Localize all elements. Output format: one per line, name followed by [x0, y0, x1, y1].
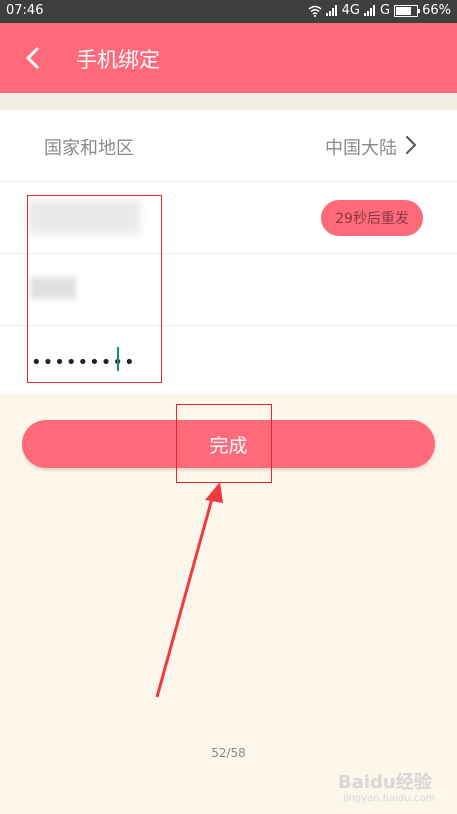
status-time: 07:46	[6, 3, 44, 18]
arrow-shaft	[155, 494, 215, 698]
region-row[interactable]: 国家和地区 中国大陆	[0, 110, 457, 182]
wifi-icon	[308, 5, 322, 17]
watermark-logo: Baidu经验	[338, 772, 432, 793]
header-shadow	[0, 93, 457, 110]
highlight-box-button	[176, 404, 272, 483]
back-button[interactable]	[16, 41, 50, 75]
chevron-left-icon	[26, 47, 39, 69]
battery-fill	[396, 6, 411, 15]
arrowhead-icon	[205, 482, 223, 503]
status-icons: 4G G 66%	[308, 3, 451, 18]
region-value: 中国大陆	[325, 138, 397, 159]
region-label: 国家和地区	[44, 138, 134, 159]
signal-icon-secondary	[364, 5, 376, 16]
network-label: 4G	[341, 3, 361, 18]
resend-code-button[interactable]: 29秒后重发	[321, 200, 423, 236]
page-indicator: 52/58	[211, 746, 246, 760]
app-bar: 手机绑定	[0, 23, 457, 93]
highlight-box-form	[27, 195, 162, 383]
chevron-right-icon	[406, 136, 416, 154]
signal-icon	[325, 5, 337, 16]
battery-percent: 66%	[422, 3, 451, 18]
status-bar: 07:46 4G G 66%	[0, 0, 457, 23]
watermark-url: jingyan.baidu.com	[343, 793, 436, 804]
network-label-secondary: G	[380, 3, 391, 18]
page-title: 手机绑定	[76, 48, 160, 72]
battery-icon	[394, 4, 421, 17]
